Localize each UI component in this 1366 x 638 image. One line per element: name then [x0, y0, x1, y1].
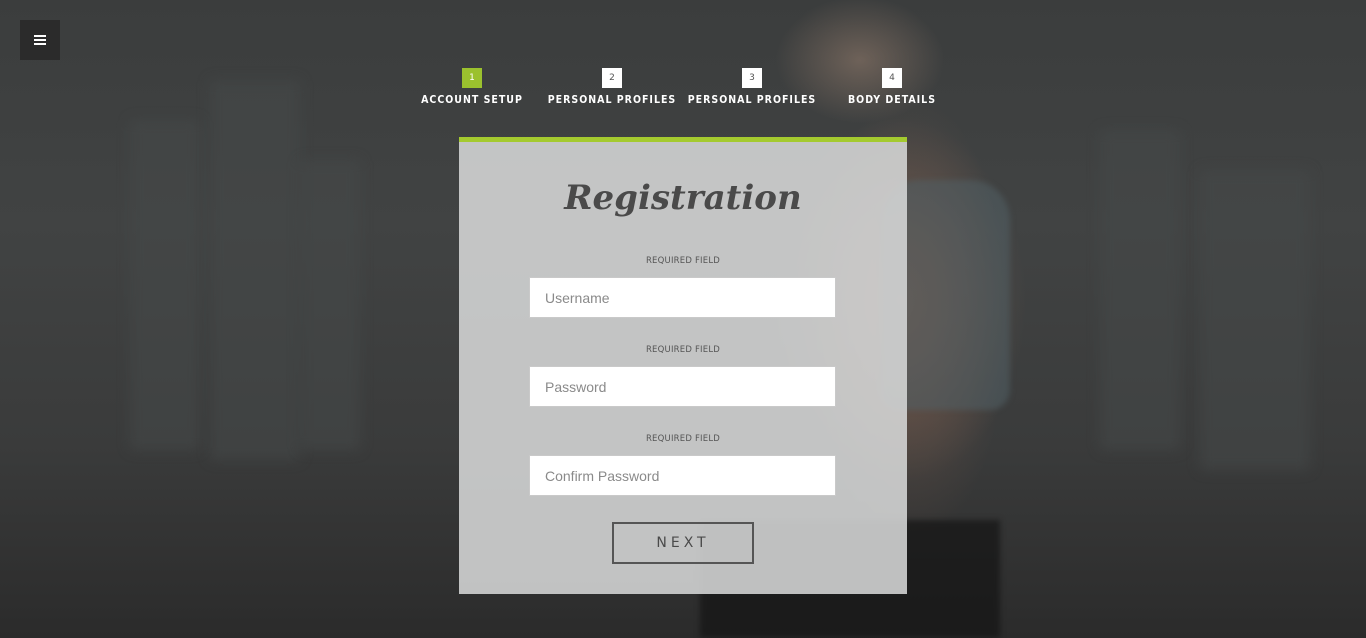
step-number: 2	[602, 68, 622, 88]
step-label: BODY DETAILS	[847, 94, 936, 106]
registration-card: Registration REQUIRED FIELD REQUIRED FIE…	[459, 137, 907, 594]
step-body-details[interactable]: 4 BODY DETAILS	[822, 68, 962, 106]
step-personal-profiles[interactable]: 2 PERSONAL PROFILES	[542, 68, 682, 106]
hamburger-menu-icon	[34, 35, 46, 45]
step-account-setup[interactable]: 1 ACCOUNT SETUP	[402, 68, 542, 106]
step-personal-profiles-2[interactable]: 3 PERSONAL PROFILES	[682, 68, 822, 106]
next-button[interactable]: NEXT	[612, 522, 754, 564]
username-input[interactable]	[529, 277, 836, 318]
password-input[interactable]	[529, 366, 836, 407]
step-number: 4	[882, 68, 902, 88]
step-label: PERSONAL PROFILES	[547, 94, 677, 106]
menu-button[interactable]	[20, 20, 60, 60]
required-field-label: REQUIRED FIELD	[645, 345, 721, 355]
step-number: 3	[742, 68, 762, 88]
step-label: PERSONAL PROFILES	[687, 94, 817, 106]
confirm-password-input[interactable]	[529, 455, 836, 496]
step-number: 1	[462, 68, 482, 88]
required-field-label: REQUIRED FIELD	[645, 434, 721, 444]
form-title: Registration	[564, 178, 802, 218]
required-field-label: REQUIRED FIELD	[645, 256, 721, 266]
step-label: ACCOUNT SETUP	[421, 94, 523, 106]
